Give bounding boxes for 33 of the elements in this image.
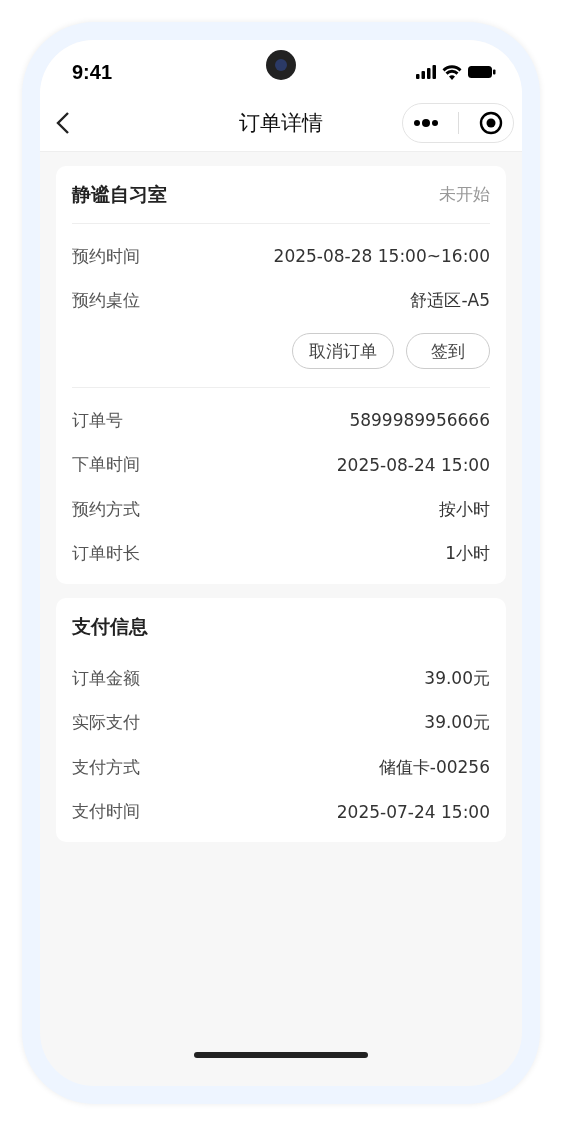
more-icon[interactable] [412, 118, 439, 127]
target-icon[interactable] [479, 110, 504, 135]
field-value: 按小时 [439, 497, 490, 521]
room-name: 静谧自习室 [72, 181, 167, 207]
status-time: 9:41 [72, 60, 113, 84]
field-value: 舒适区-A5 [410, 289, 490, 313]
field-value: 5899989956666 [349, 410, 490, 431]
card-title: 支付信息 [72, 614, 148, 639]
field-label: 订单金额 [72, 666, 140, 690]
field-value: 2025-07-24 15:00 [336, 801, 490, 822]
field-label: 预约桌位 [72, 289, 140, 313]
signal-icon [416, 65, 436, 79]
field-value: 1小时 [445, 542, 490, 566]
field-label: 预约方式 [72, 497, 140, 521]
field-value: 39.00元 [424, 711, 490, 735]
back-icon[interactable] [56, 110, 70, 135]
action-button[interactable]: 取消订单 [292, 333, 394, 369]
field-label: 实际支付 [72, 711, 140, 735]
field-label: 支付时间 [72, 800, 140, 824]
field-label: 预约时间 [72, 244, 140, 268]
wifi-icon [442, 64, 462, 80]
battery-icon [468, 65, 496, 79]
field-label: 订单时长 [72, 542, 140, 566]
field-value: 39.00元 [424, 666, 490, 690]
field-label: 支付方式 [72, 755, 140, 779]
field-label: 订单号 [72, 408, 123, 432]
action-button[interactable]: 签到 [406, 333, 490, 369]
page-title: 订单详情 [239, 109, 323, 137]
field-value: 储值卡-00256 [378, 755, 490, 779]
field-value: 2025-08-24 15:00 [336, 454, 490, 475]
field-value: 2025-08-28 15:00~16:00 [273, 246, 490, 267]
field-label: 下单时间 [72, 453, 140, 477]
order-status: 未开始 [439, 183, 490, 206]
